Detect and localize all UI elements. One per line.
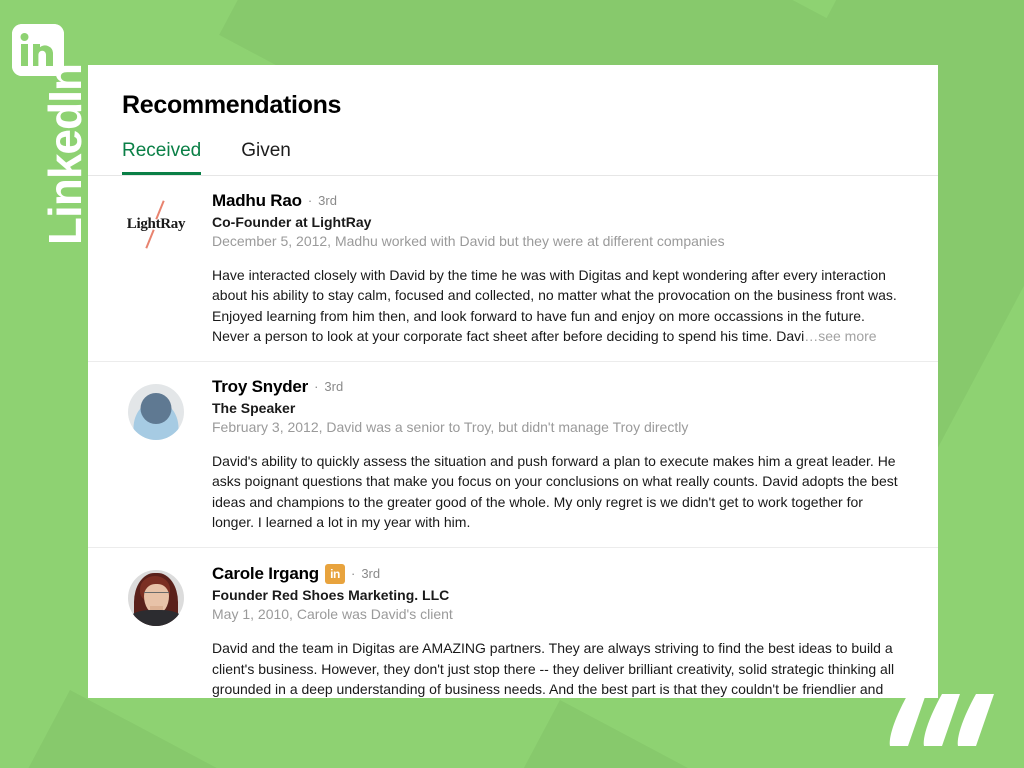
recommendation-meta: May 1, 2010, Carole was David's client [212, 606, 453, 622]
name-degree-separator: · [307, 193, 313, 209]
see-more-link[interactable]: …see more [804, 328, 876, 344]
recommendation-meta: February 3, 2012, David was a senior to … [212, 418, 689, 435]
recommendation-item[interactable]: LightRay Madhu Rao · 3rd Co-Founder at L… [88, 176, 938, 362]
recommendation-text-body: David and the team in Digitas are AMAZIN… [212, 640, 895, 698]
recommendation-body: Troy Snyder · 3rd The Speaker February 3… [190, 377, 904, 533]
avatar[interactable] [122, 564, 190, 698]
swoosh-decoration-icon [882, 694, 994, 746]
recommendation-item[interactable]: Troy Snyder · 3rd The Speaker February 3… [88, 362, 938, 548]
background-band-bottom-left [0, 690, 441, 768]
recommender-name[interactable]: Troy Snyder [212, 377, 308, 397]
lightray-logo-text: LightRay [126, 215, 186, 232]
connection-degree: 3rd [324, 379, 344, 395]
recommender-headline: Co-Founder at LightRay [212, 213, 372, 230]
linkedin-premium-badge-icon: in [324, 564, 345, 584]
recommendation-meta: December 5, 2012, Madhu worked with Davi… [212, 232, 725, 249]
tab-bar: Received Given [122, 140, 904, 175]
name-degree-separator: · [350, 565, 356, 581]
background-band-bottom-right [400, 700, 931, 768]
linkedin-brand-rail: LinkedIn [12, 24, 91, 324]
recommendation-item[interactable]: Carole Irgang in · 3rd Founder Red Shoes… [88, 548, 938, 698]
avatar[interactable] [122, 378, 190, 533]
recommendation-text-body: Have interacted closely with David by th… [212, 266, 897, 345]
recommendation-text: Have interacted closely with David by th… [212, 265, 904, 347]
connection-degree: 3rd [318, 193, 337, 209]
recommender-name[interactable]: Carole Irgang [212, 564, 319, 584]
recommender-name-line: Madhu Rao · 3rd [212, 191, 904, 211]
linkedin-wordmark: LinkedIn [39, 64, 91, 246]
recommender-headline: Founder Red Shoes Marketing. LLC [212, 587, 450, 603]
card-header: Recommendations Received Given [88, 65, 938, 175]
recommender-headline: The Speaker [212, 399, 296, 416]
tab-received[interactable]: Received [122, 140, 202, 175]
recommendation-text-body: David's ability to quickly assess the si… [212, 452, 898, 531]
profile-photo-avatar [128, 570, 184, 626]
recommendation-text: David and the team in Digitas are AMAZIN… [212, 638, 904, 698]
recommender-name-line: Carole Irgang in · 3rd [212, 564, 904, 584]
recommendation-body: Madhu Rao · 3rd Co-Founder at LightRay D… [190, 191, 904, 347]
tab-given[interactable]: Given [241, 140, 291, 175]
recommendations-card: Recommendations Received Given LightRay … [88, 65, 938, 698]
recommender-name[interactable]: Madhu Rao [212, 191, 302, 211]
page-title: Recommendations [122, 91, 342, 119]
recommender-name-line: Troy Snyder · 3rd [212, 377, 904, 397]
recommendation-body: Carole Irgang in · 3rd Founder Red Shoes… [190, 564, 904, 698]
connection-degree: 3rd [361, 565, 381, 581]
avatar[interactable]: LightRay [122, 192, 190, 347]
name-degree-separator: · [314, 379, 319, 395]
recommendation-text: David's ability to quickly assess the si… [212, 451, 904, 533]
default-person-avatar-icon [128, 384, 184, 440]
lightray-company-logo-icon: LightRay [123, 198, 189, 250]
